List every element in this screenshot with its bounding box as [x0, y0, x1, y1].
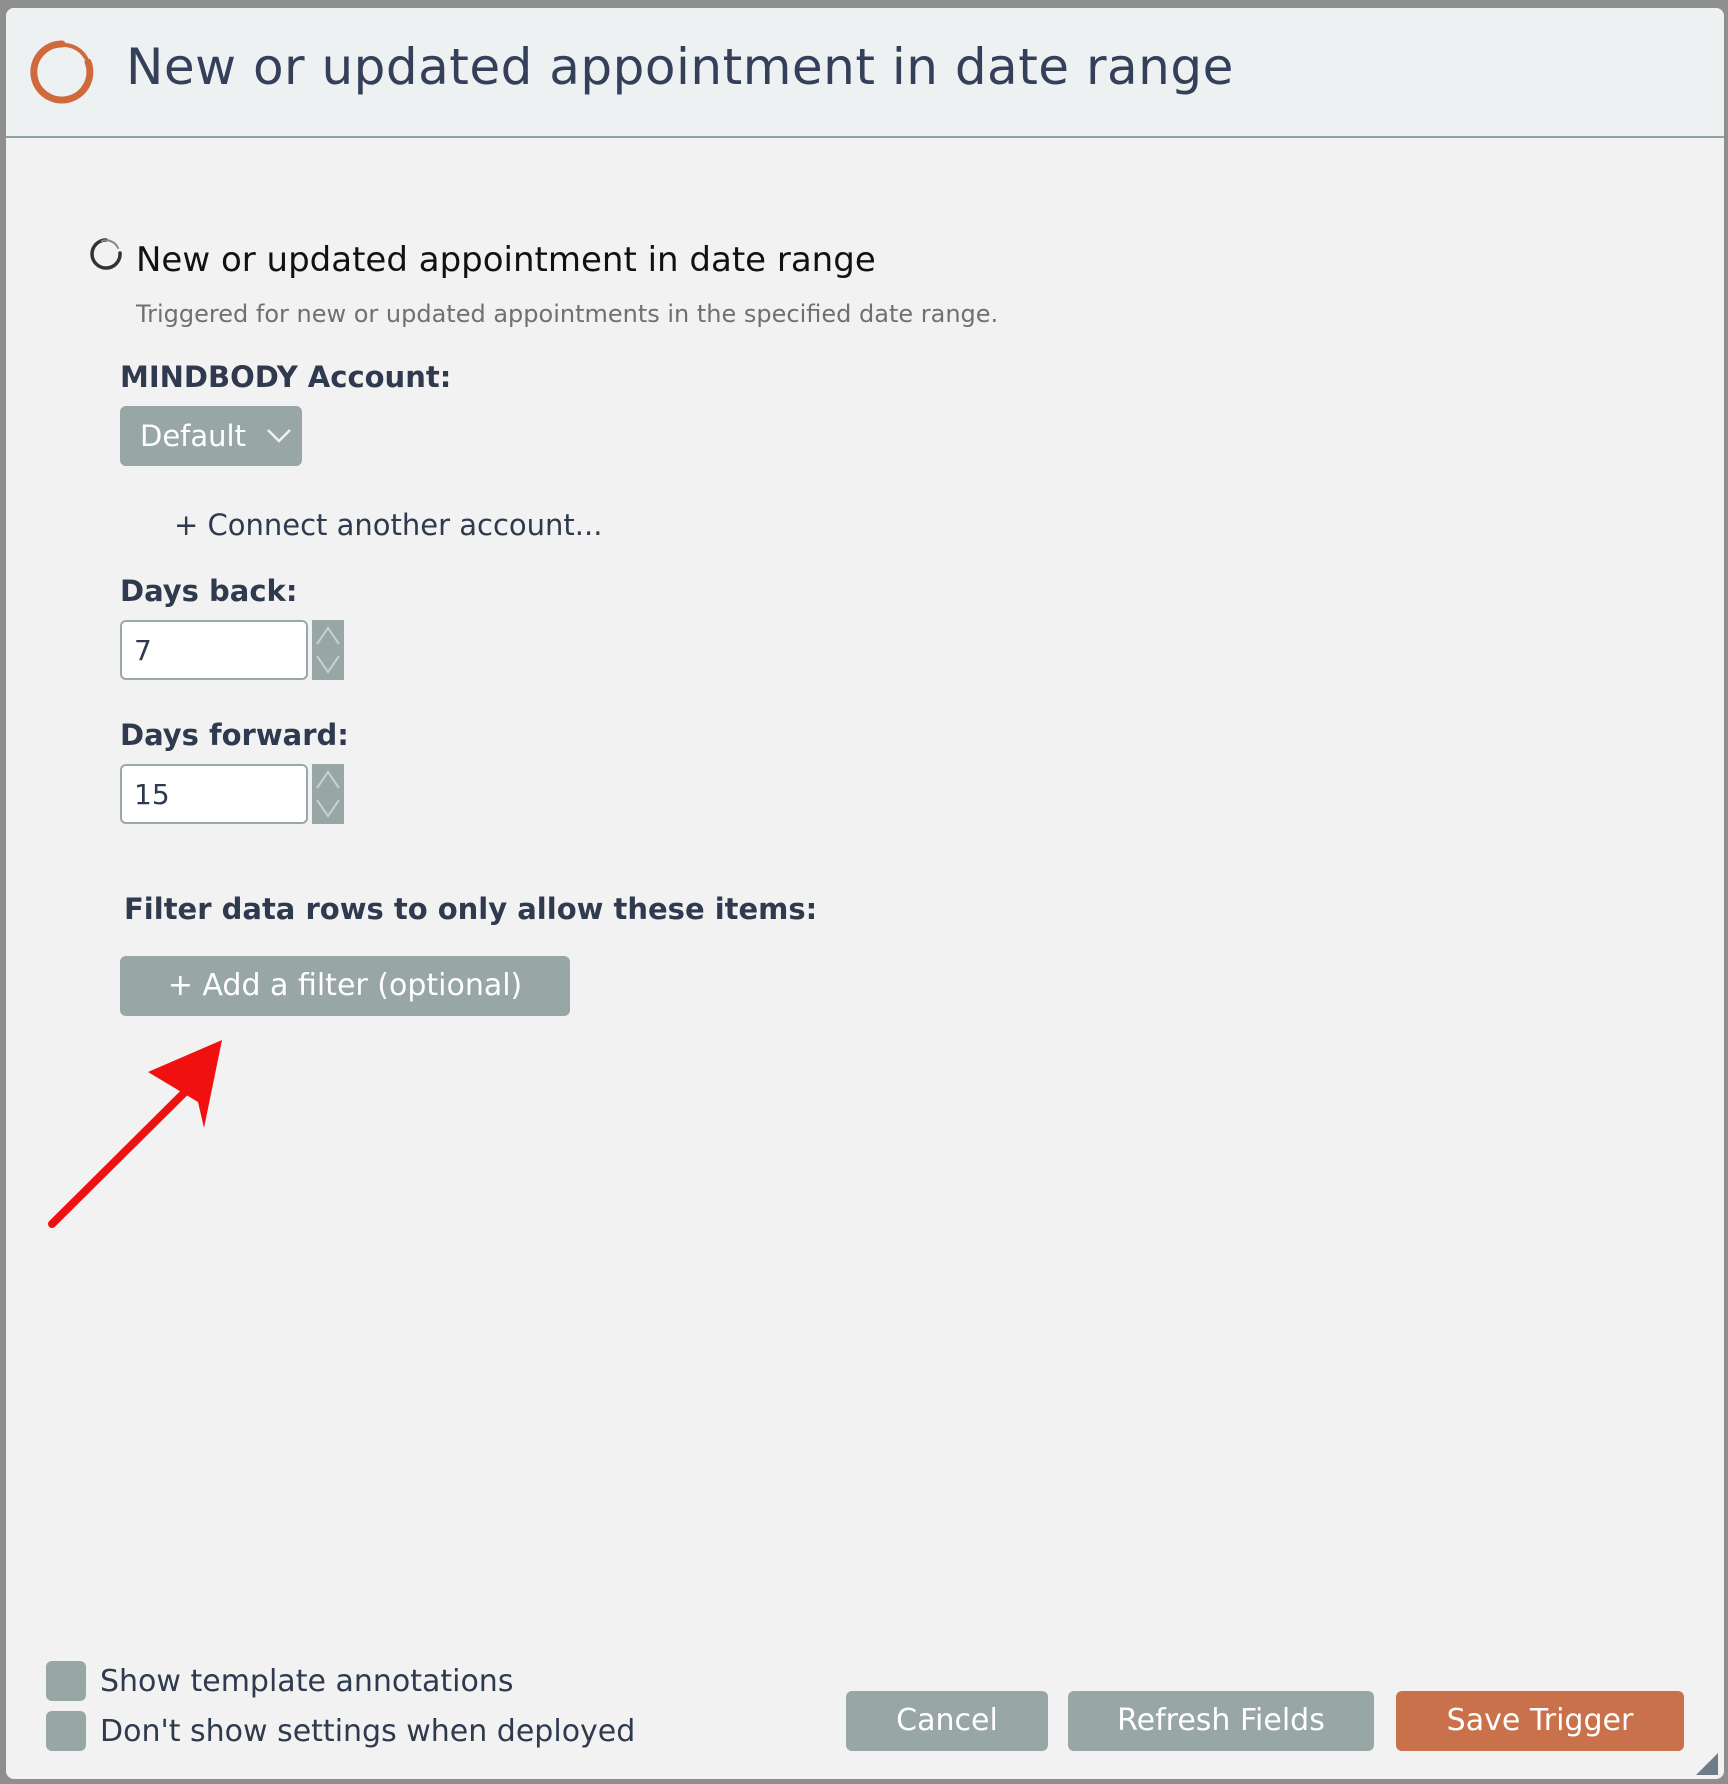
- show-annotations-checkbox[interactable]: [46, 1661, 86, 1701]
- resize-grip-icon[interactable]: [1696, 1753, 1718, 1775]
- days-forward-input[interactable]: [120, 764, 308, 824]
- ring-logo-icon: [30, 40, 94, 104]
- days-back-label: Days back:: [120, 574, 298, 608]
- trigger-name: New or updated appointment in date range: [136, 240, 876, 280]
- days-back-input[interactable]: [120, 620, 308, 680]
- spinner-ring-icon: [90, 238, 122, 270]
- account-select-value: Default: [140, 419, 246, 453]
- red-arrow-icon: [48, 1040, 222, 1228]
- trigger-settings-dialog: New or updated appointment in date range…: [6, 8, 1724, 1779]
- chevron-down-icon: [267, 429, 291, 443]
- account-select[interactable]: Default: [120, 406, 302, 466]
- connect-account-link[interactable]: + Connect another account...: [174, 508, 602, 542]
- stepper-up-icon: [316, 770, 340, 789]
- account-label: MINDBODY Account:: [120, 360, 452, 394]
- show-annotations-label[interactable]: Show template annotations: [100, 1664, 513, 1699]
- dialog-title: New or updated appointment in date range: [126, 38, 1234, 96]
- days-forward-stepper[interactable]: [312, 764, 344, 824]
- save-trigger-button[interactable]: Save Trigger: [1396, 1691, 1684, 1751]
- refresh-fields-button[interactable]: Refresh Fields: [1068, 1691, 1374, 1751]
- stepper-down-icon: [316, 799, 340, 818]
- dialog-header: New or updated appointment in date range: [6, 8, 1724, 138]
- days-forward-label: Days forward:: [120, 718, 349, 752]
- trigger-description: Triggered for new or updated appointment…: [136, 300, 999, 328]
- add-filter-button[interactable]: + Add a filter (optional): [120, 956, 570, 1016]
- hide-settings-checkbox[interactable]: [46, 1711, 86, 1751]
- days-back-stepper[interactable]: [312, 620, 344, 680]
- filter-label: Filter data rows to only allow these ite…: [124, 892, 818, 926]
- stepper-up-icon: [316, 626, 340, 645]
- hide-settings-label[interactable]: Don't show settings when deployed: [100, 1714, 635, 1749]
- cancel-button[interactable]: Cancel: [846, 1691, 1048, 1751]
- stepper-down-icon: [316, 655, 340, 674]
